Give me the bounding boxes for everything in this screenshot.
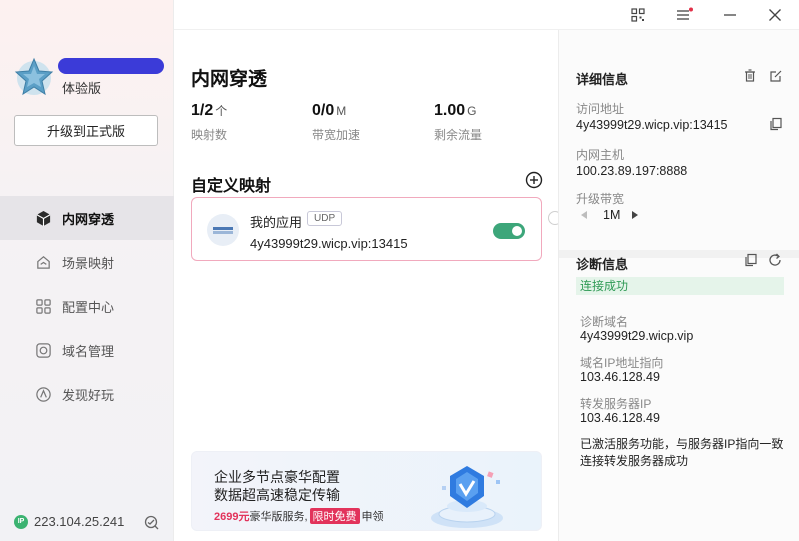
- mapping-enable-toggle[interactable]: [493, 223, 525, 239]
- sidebar-item-label: 发现好玩: [62, 387, 115, 403]
- vip-shield-illustration-icon: [431, 466, 503, 528]
- visit-address-value: 4y43999t29.wicp.vip:13415: [576, 118, 728, 132]
- main-content: 内网穿透 1/2 个 映射数 0/0 M 带宽加速 1.00 G 剩余流量 自定义映射…: [174, 30, 558, 541]
- copy-diagnosis-icon[interactable]: [743, 252, 759, 268]
- diagnosis-status: 连接成功: [576, 277, 784, 295]
- lan-host-label: 内网主机: [576, 148, 625, 162]
- increase-bandwidth-icon[interactable]: [632, 211, 639, 219]
- diag-domain-value: 4y43999t29.wicp.vip: [580, 329, 694, 343]
- dns-pointing-value: 103.46.128.49: [580, 370, 660, 384]
- local-ip: 223.104.25.241: [34, 514, 125, 529]
- delete-icon[interactable]: [742, 68, 758, 84]
- mapping-name: 我的应用: [250, 215, 303, 230]
- protocol-badge: UDP: [307, 211, 343, 226]
- stat-unit: M: [336, 104, 347, 118]
- stat-unit: 个: [215, 104, 228, 118]
- stat-mappings: 1/2 个 映射数: [191, 102, 227, 143]
- domain-icon: [34, 341, 52, 359]
- app-mapping-icon: [207, 214, 239, 246]
- grid-icon: [34, 297, 52, 315]
- diagnosis-summary-line1: 已激活服务功能，与服务器IP指向一致: [580, 437, 784, 451]
- copy-icon[interactable]: [768, 116, 784, 132]
- refresh-icon[interactable]: [767, 252, 783, 268]
- banner-price: 2699元: [214, 511, 250, 523]
- sidebar-item-label: 域名管理: [62, 343, 115, 359]
- bandwidth-value: 1M: [603, 208, 621, 222]
- sidebar-item-discover[interactable]: 发现好玩: [0, 372, 174, 416]
- sidebar-item-config[interactable]: 配置中心: [0, 284, 174, 328]
- menu-button[interactable]: [674, 5, 694, 25]
- mapping-address: 4y43999t29.wicp.vip:13415: [250, 236, 408, 251]
- detail-title: 详细信息: [576, 72, 629, 87]
- add-mapping-icon[interactable]: [525, 171, 543, 189]
- minimize-button[interactable]: [720, 5, 740, 25]
- title-bar: [174, 0, 799, 30]
- sidebar-item-label: 内网穿透: [62, 211, 115, 227]
- stat-label: 剩余流量: [434, 128, 483, 142]
- sidebar-item-domain[interactable]: 域名管理: [0, 328, 174, 372]
- detail-panel: 详细信息 访问地址 4y43999t29.wicp.vip:13415 内网主机…: [558, 30, 799, 541]
- star-avatar-icon: [14, 57, 54, 96]
- banner-subheadline: 数据超高速稳定传输: [214, 487, 340, 503]
- plan-label: 体验版: [62, 81, 102, 96]
- decrease-bandwidth-icon[interactable]: [581, 211, 587, 219]
- toggle-knob: [512, 226, 522, 236]
- user-profile: 体验版: [14, 56, 164, 96]
- sidebar-nav: 内网穿透 场景映射 配置中心 域名管理 发现好玩: [0, 196, 174, 416]
- qr-code-icon: [631, 8, 645, 22]
- sidebar-item-label: 配置中心: [62, 299, 115, 315]
- compass-icon: [34, 385, 52, 403]
- cube-icon: [34, 209, 52, 227]
- stat-unit: G: [467, 104, 477, 118]
- promo-banner[interactable]: 企业多节点豪华配置 数据超高速稳定传输 2699元 豪华版服务, 限时免费 申领: [191, 451, 542, 531]
- sidebar-item-label: 场景映射: [62, 255, 115, 271]
- page-title: 内网穿透: [191, 69, 268, 90]
- forward-server-value: 103.46.128.49: [580, 411, 660, 425]
- hamburger-menu-icon: [677, 7, 693, 20]
- bandwidth-stepper: 1M: [581, 208, 639, 222]
- section-title-custom-mapping: 自定义映射: [191, 178, 272, 195]
- diagnosis-title: 诊断信息: [576, 257, 629, 272]
- qr-code-button[interactable]: [628, 5, 648, 25]
- upgrade-bandwidth-label: 升级带宽: [576, 192, 625, 206]
- close-button[interactable]: [765, 5, 785, 25]
- banner-headline: 企业多节点豪华配置: [214, 469, 340, 485]
- upgrade-button[interactable]: 升级到正式版: [14, 115, 158, 146]
- diagnosis-summary-line2: 连接转发服务器成功: [580, 454, 689, 468]
- banner-price-suffix: 豪华版服务,: [249, 511, 308, 523]
- redacted-username: [58, 58, 164, 74]
- scene-icon: [34, 253, 52, 271]
- stat-label: 带宽加速: [312, 128, 361, 142]
- banner-offer: 2699元 豪华版服务, 限时免费 申领: [214, 508, 384, 524]
- stat-label: 映射数: [191, 128, 228, 142]
- lan-host-value: 100.23.89.197:8888: [576, 164, 688, 178]
- ip-refresh-icon[interactable]: [143, 514, 159, 530]
- diag-domain-label: 诊断域名: [580, 315, 629, 329]
- ip-footer: IP 223.104.25.241: [14, 514, 124, 529]
- minimize-icon: [724, 14, 736, 16]
- sidebar-item-tunnel[interactable]: 内网穿透: [0, 196, 174, 240]
- stat-value: 1.00: [434, 102, 466, 119]
- close-icon: [769, 9, 781, 21]
- edit-icon[interactable]: [768, 68, 784, 84]
- sidebar: 体验版 升级到正式版 内网穿透 场景映射 配置中心 域名管理 发现好玩 IP 2…: [0, 0, 174, 541]
- dns-pointing-label: 域名IP地址指向: [580, 356, 664, 370]
- mapping-card[interactable]: 我的应用 UDP 4y43999t29.wicp.vip:13415: [191, 197, 542, 261]
- ip-badge-icon: IP: [14, 514, 28, 529]
- banner-free-badge: 限时免费: [309, 508, 360, 524]
- stat-value: 1/2: [191, 102, 214, 119]
- visit-address-label: 访问地址: [576, 102, 625, 116]
- sidebar-item-scene[interactable]: 场景映射: [0, 240, 174, 284]
- stat-value: 0/0: [312, 102, 335, 119]
- forward-server-label: 转发服务器IP: [580, 397, 652, 411]
- banner-cta: 申领: [361, 511, 384, 523]
- stat-bandwidth: 0/0 M 带宽加速: [312, 102, 360, 143]
- stat-traffic: 1.00 G 剩余流量: [434, 102, 482, 143]
